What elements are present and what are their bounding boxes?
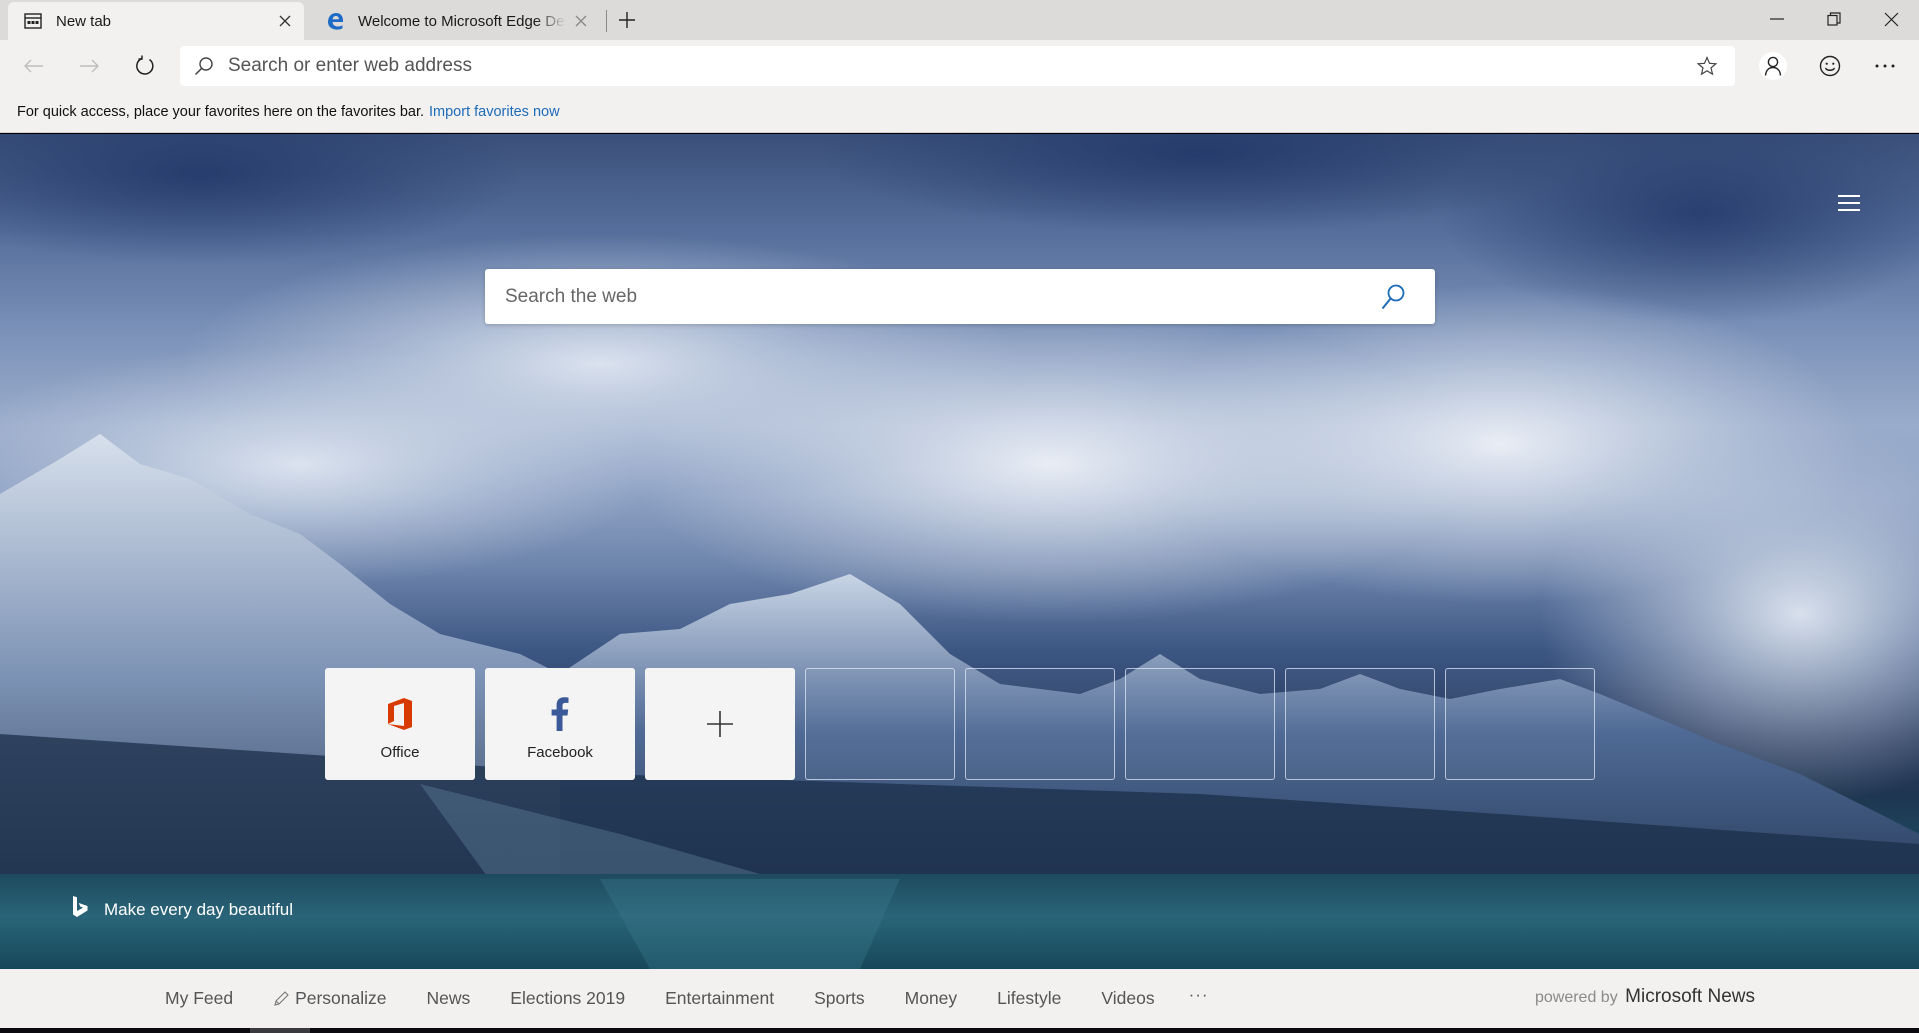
forward-button[interactable] bbox=[69, 48, 109, 84]
restore-button[interactable] bbox=[1806, 0, 1862, 38]
bing-logo-icon bbox=[72, 896, 88, 923]
address-bar[interactable] bbox=[180, 46, 1735, 86]
empty-tile-slot[interactable] bbox=[1285, 668, 1435, 780]
scroll-indicator[interactable] bbox=[250, 1028, 310, 1033]
address-input[interactable] bbox=[228, 55, 1687, 77]
image-credit[interactable]: Make every day beautiful bbox=[72, 896, 293, 923]
news-tab-lifestyle[interactable]: Lifestyle bbox=[997, 988, 1061, 1009]
new-tab-page: Office Facebook Make every day beautiful bbox=[0, 134, 1919, 969]
news-categories: My Feed Personalize News Elections 2019 … bbox=[165, 985, 1209, 1009]
web-search-input[interactable] bbox=[505, 285, 1369, 308]
add-top-site-button[interactable] bbox=[645, 668, 795, 780]
tab-strip: New tab Welcome to Microsoft Edge Dev bbox=[0, 0, 1919, 40]
favorite-star-icon bbox=[1697, 56, 1717, 76]
tab-new-tab[interactable]: New tab bbox=[8, 2, 304, 40]
restore-icon bbox=[1827, 12, 1841, 26]
close-tab-icon[interactable] bbox=[566, 6, 596, 36]
profile-button[interactable] bbox=[1753, 48, 1793, 84]
facebook-logo-icon bbox=[551, 694, 569, 734]
image-credit-text: Make every day beautiful bbox=[104, 899, 293, 919]
microsoft-news-brand: Microsoft News bbox=[1625, 986, 1755, 1007]
back-icon bbox=[24, 59, 43, 73]
close-window-button[interactable] bbox=[1863, 0, 1919, 38]
tab-title: New tab bbox=[56, 12, 112, 30]
close-icon bbox=[1884, 12, 1898, 26]
news-tab-my-feed[interactable]: My Feed bbox=[165, 988, 233, 1009]
pencil-icon bbox=[274, 990, 289, 1006]
news-tab-news[interactable]: News bbox=[427, 988, 471, 1009]
new-tab-button[interactable] bbox=[612, 4, 642, 36]
empty-tile-slot[interactable] bbox=[1125, 668, 1275, 780]
hamburger-menu-icon bbox=[1838, 195, 1860, 197]
web-search-button[interactable] bbox=[1369, 273, 1417, 321]
page-settings-button[interactable] bbox=[1832, 188, 1866, 218]
news-tab-personalize[interactable]: Personalize bbox=[273, 988, 387, 1009]
favorites-bar-message: For quick access, place your favorites h… bbox=[17, 104, 425, 120]
top-site-tile-facebook[interactable]: Facebook bbox=[485, 668, 635, 780]
top-site-tile-office[interactable]: Office bbox=[325, 668, 475, 780]
minimize-icon bbox=[1770, 18, 1784, 20]
powered-by-credit: powered by Microsoft News bbox=[1535, 986, 1755, 1008]
tab-separator bbox=[606, 10, 607, 32]
news-navigation-bar: My Feed Personalize News Elections 2019 … bbox=[0, 969, 1919, 1028]
import-favorites-link[interactable]: Import favorites now bbox=[429, 104, 560, 120]
empty-tile-slot[interactable] bbox=[1445, 668, 1595, 780]
tab-welcome-edge-dev[interactable]: Welcome to Microsoft Edge Dev bbox=[310, 2, 600, 40]
feedback-button[interactable] bbox=[1810, 48, 1850, 84]
tile-label: Office bbox=[380, 743, 420, 761]
search-icon bbox=[1381, 284, 1405, 309]
office-logo-icon bbox=[386, 694, 414, 734]
news-tab-elections-2019[interactable]: Elections 2019 bbox=[510, 988, 625, 1009]
background-image bbox=[0, 134, 1919, 969]
settings-more-button[interactable] bbox=[1865, 48, 1905, 84]
empty-tile-slot[interactable] bbox=[805, 668, 955, 780]
more-categories-button[interactable]: ··· bbox=[1189, 985, 1209, 1005]
empty-tile-slot[interactable] bbox=[965, 668, 1115, 780]
tile-label: Facebook bbox=[527, 743, 593, 761]
back-button[interactable] bbox=[14, 48, 54, 84]
news-tab-entertainment[interactable]: Entertainment bbox=[665, 988, 774, 1009]
more-icon bbox=[1875, 64, 1895, 68]
navigation-toolbar bbox=[0, 40, 1919, 92]
tab-title: Welcome to Microsoft Edge Dev bbox=[358, 12, 566, 30]
favorites-bar: For quick access, place your favorites h… bbox=[0, 92, 1919, 133]
news-tab-money[interactable]: Money bbox=[905, 988, 958, 1009]
web-search-box[interactable] bbox=[485, 269, 1435, 324]
news-tab-sports[interactable]: Sports bbox=[814, 988, 865, 1009]
add-icon bbox=[707, 711, 733, 737]
profile-icon bbox=[1759, 52, 1787, 80]
refresh-icon bbox=[136, 55, 154, 75]
close-tab-icon[interactable] bbox=[270, 6, 300, 36]
forward-icon bbox=[80, 59, 99, 73]
feedback-smiley-icon bbox=[1819, 55, 1841, 77]
search-icon bbox=[194, 56, 224, 76]
refresh-button[interactable] bbox=[125, 48, 165, 84]
news-tab-videos[interactable]: Videos bbox=[1101, 988, 1154, 1009]
plus-icon bbox=[619, 12, 635, 28]
top-sites: Office Facebook bbox=[325, 668, 1595, 780]
powered-by-label: powered by bbox=[1534, 989, 1618, 1006]
edge-logo-icon bbox=[324, 10, 346, 32]
new-tab-page-icon bbox=[22, 10, 44, 32]
news-tab-label: Personalize bbox=[295, 988, 387, 1008]
minimize-button[interactable] bbox=[1749, 0, 1805, 38]
add-favorite-button[interactable] bbox=[1687, 48, 1727, 84]
